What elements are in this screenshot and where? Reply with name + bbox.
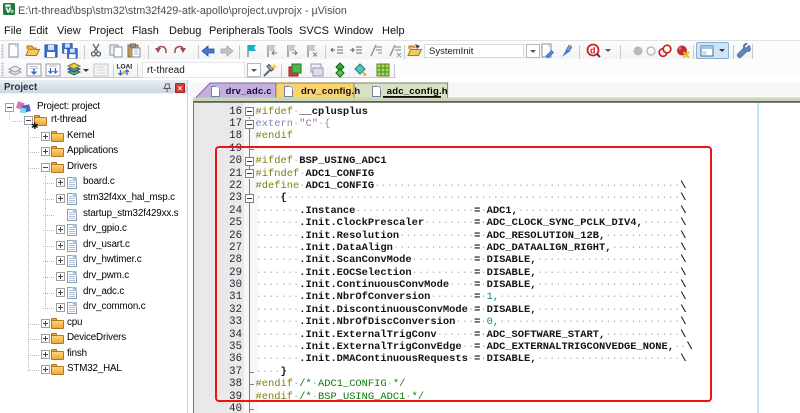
svg-text:d: d (590, 46, 596, 56)
svg-text:LOAD: LOAD (117, 63, 133, 70)
